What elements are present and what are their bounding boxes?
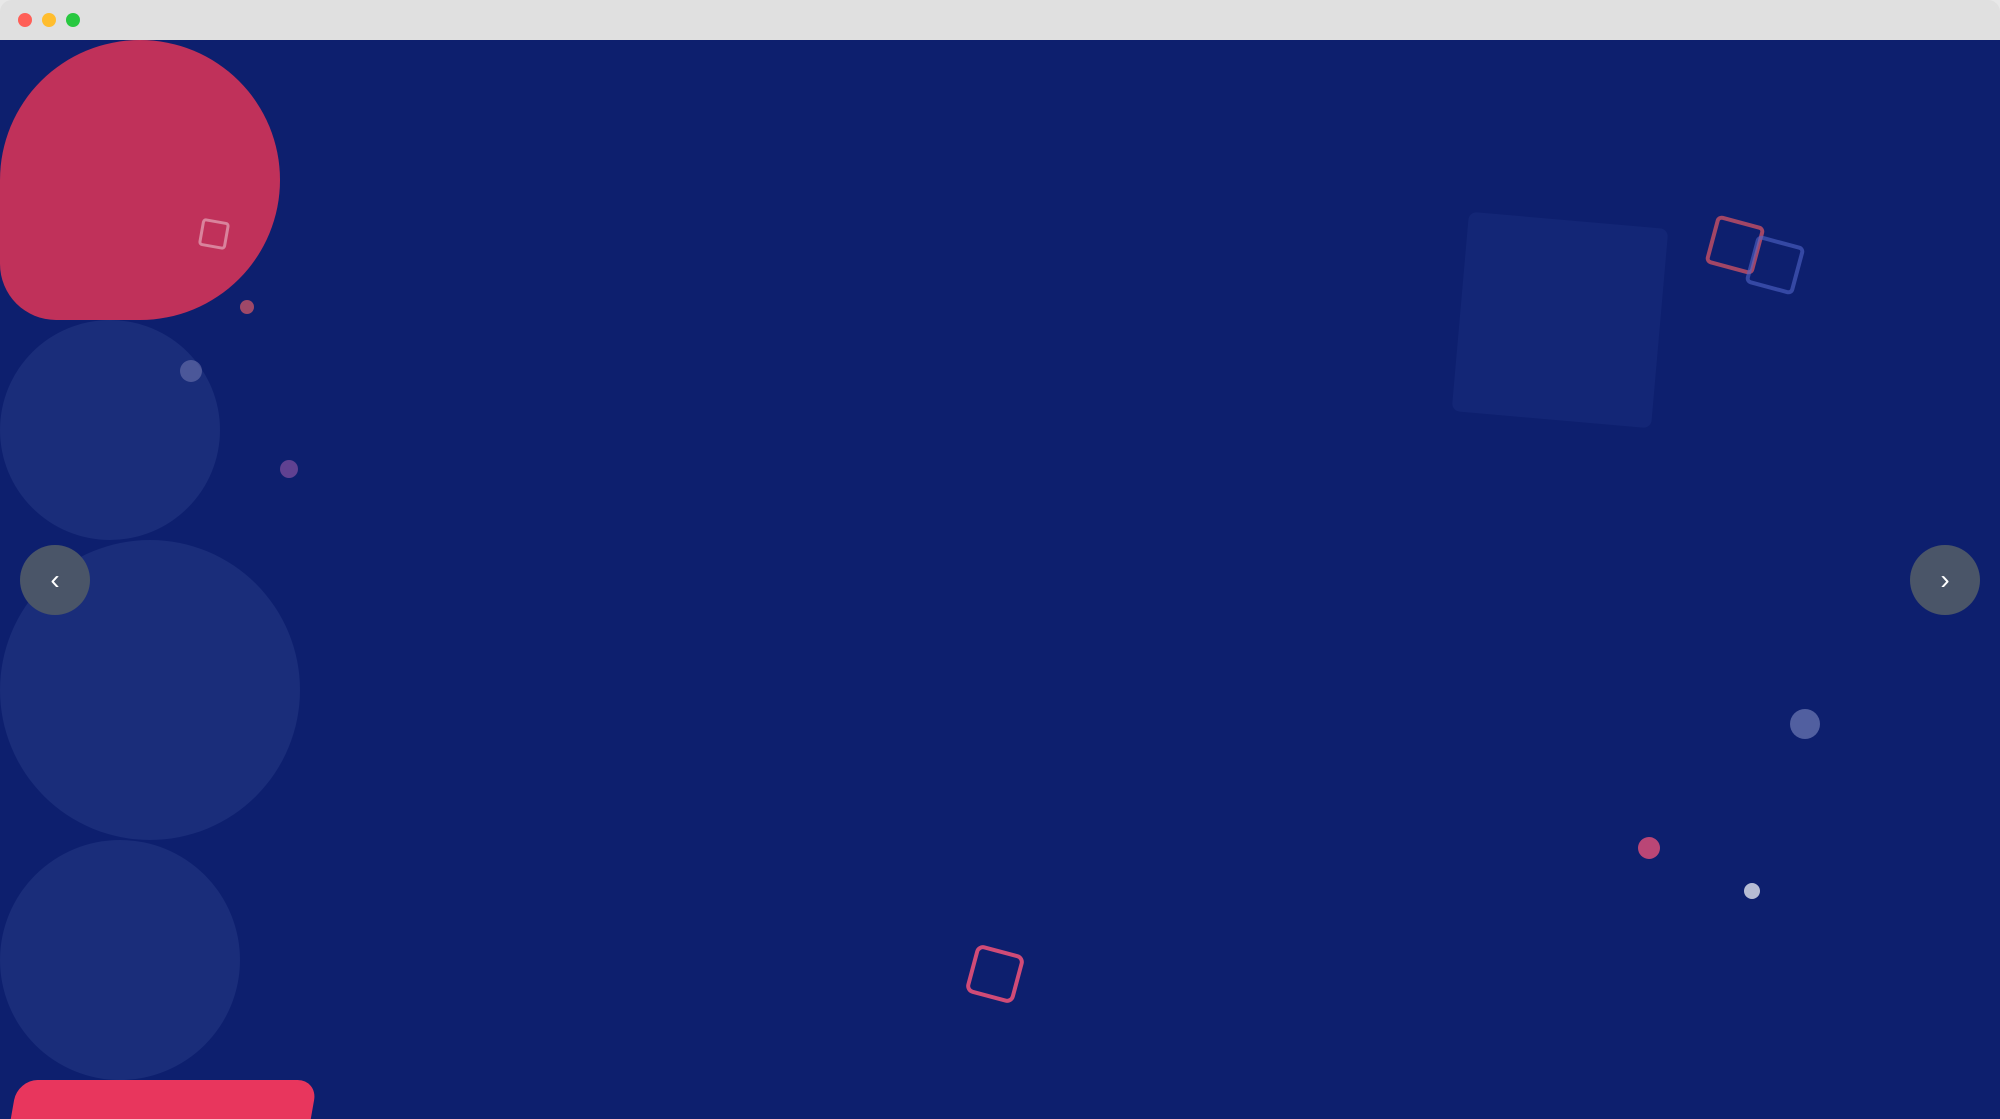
nav-arrow-left[interactable]: ‹ — [20, 545, 90, 615]
window-chrome — [0, 0, 2000, 40]
deco-dot-right-1 — [1744, 883, 1760, 899]
bg-pink-blob — [0, 40, 280, 320]
deco-dot-right-2 — [1638, 837, 1660, 859]
traffic-light-close[interactable] — [18, 13, 32, 27]
deco-rect-tr — [1452, 212, 1669, 429]
bg-pink-bottom-right — [0, 1080, 318, 1119]
bg-dark-blob-tr — [0, 320, 220, 540]
deco-square-bottom-center — [964, 943, 1025, 1004]
nav-arrow-right[interactable]: › — [1910, 545, 1980, 615]
deco-dot-2 — [180, 360, 202, 382]
traffic-light-minimize[interactable] — [42, 13, 56, 27]
app-container: cognician Security Maturity Quest My Cha… — [0, 40, 2000, 1119]
bg-dark-blob-bl — [0, 840, 240, 1080]
deco-square-1 — [198, 218, 230, 250]
deco-dot-right-3 — [1790, 709, 1820, 739]
deco-dot-1 — [240, 300, 254, 314]
deco-dot-3 — [280, 460, 298, 478]
traffic-light-maximize[interactable] — [66, 13, 80, 27]
